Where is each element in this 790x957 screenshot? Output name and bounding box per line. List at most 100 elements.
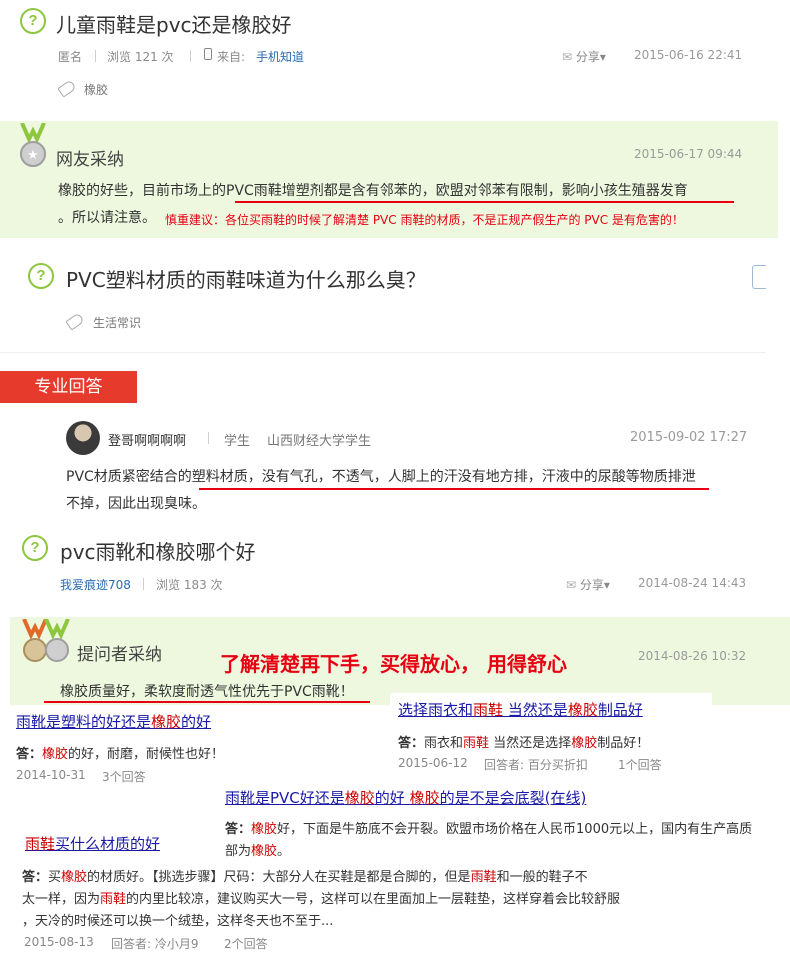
answer-label: 答：	[398, 736, 425, 751]
answer-text: 的好，耐磨，耐候性也好！	[68, 747, 225, 762]
red-underline	[199, 488, 709, 490]
avatar[interactable]	[66, 421, 100, 455]
highlight: 雨鞋	[463, 736, 490, 751]
asker-link[interactable]: 我爱痕迹708	[60, 576, 131, 593]
highlight: 橡胶	[42, 747, 69, 762]
related-answer: 答：买橡胶的材质好。【挑选步骤】尺码：大部分人在买鞋是都是合脚的，但是雨鞋和一般…	[22, 866, 588, 885]
related-question-link[interactable]: 雨鞋买什么材质的好	[25, 833, 160, 854]
answer-text: 的内里比较凉，建议购买大一号，这样可以在里面加上一层鞋垫，这样穿着会比较舒服	[126, 892, 621, 907]
link-text: 雨靴是塑料的好还是	[16, 713, 152, 731]
highlight: 橡胶	[344, 789, 375, 807]
answerer[interactable]: 回答者: 百分买折扣	[484, 756, 588, 773]
answer-text: 买	[48, 870, 62, 885]
medal-icon	[22, 618, 70, 665]
anonymous-label: 匿名	[58, 50, 83, 64]
adopted-date: 2014-08-26 10:32	[638, 649, 747, 663]
phone-icon	[204, 48, 212, 60]
highlight: 橡胶	[567, 701, 598, 719]
answerer-role: 学生	[224, 434, 251, 449]
underlined-text: PVC雨鞋增塑剂都是含有邻苯的，欧盟对邻苯有限制，影响小孩生殖器发育	[226, 183, 688, 199]
answer-count: 2个回答	[224, 937, 268, 951]
underlined-text: 塑料材质，没有气孔，不透气，人脚上的汗没有地方排，汗液中的尿酸等物质排泄	[191, 469, 696, 485]
highlight: 橡胶	[61, 870, 88, 885]
tag-label[interactable]: 生活常识	[93, 314, 141, 331]
answer-text: 好，下面是牛筋底不会开裂。欧盟市场价格在人民币1000元以上，国内有生产高质	[277, 822, 753, 837]
answer-text-line1: 橡胶的好些，目前市场上的PVC雨鞋增塑剂都是含有邻苯的，欧盟对邻苯有限制，影响小…	[58, 181, 688, 201]
divider	[208, 432, 209, 444]
answer-text: 橡胶质量好，柔软度耐透气性优先于PVC雨靴！	[60, 684, 354, 700]
link-text: 的好	[374, 789, 410, 807]
related-answer-line3: ，天冷的时候还可以换一个绒垫，这样冬天也不至于...	[22, 914, 334, 929]
related-question-link[interactable]: 雨靴是PVC好还是橡胶的好 橡胶的是不是会底裂(在线)	[225, 787, 586, 808]
related-answer-line2: 部为橡胶。	[225, 840, 290, 859]
question-title[interactable]: PVC塑料材质的雨鞋味道为什么那么臭？	[66, 264, 426, 293]
link-text: 买什么材质的好	[55, 835, 161, 853]
source-label: 来自:	[217, 50, 246, 64]
highlight: 雨鞋	[100, 892, 127, 907]
answer-date: 2015-09-02 17:27	[630, 430, 748, 445]
share-label: 分享	[579, 578, 604, 592]
answer-text-line2: 。所以请注意。	[58, 210, 156, 226]
answerer-name[interactable]: 登哥啊啊啊啊	[108, 430, 186, 449]
highlight: 橡胶	[571, 736, 598, 751]
share-label: 分享	[575, 50, 600, 64]
tag-label[interactable]: 橡胶	[84, 81, 108, 98]
side-panel-handle[interactable]	[752, 265, 766, 289]
medal-icon: ★	[18, 122, 48, 169]
answer-text: 制品好！	[597, 736, 650, 751]
question-icon: ?	[28, 263, 54, 289]
answer-text: 部为	[225, 844, 252, 859]
related-answer: 答：橡胶的好，耐磨，耐候性也好！	[16, 743, 224, 762]
red-annotation: 了解清楚再下手，买得放心， 用得舒心	[220, 652, 567, 676]
question-title[interactable]: 儿童雨鞋是pvc还是橡胶好	[56, 9, 292, 38]
answer-text-line2: 不掉，因此出现臭味。	[66, 496, 206, 512]
link-text: 制品好	[597, 701, 643, 719]
source-link[interactable]: 手机知道	[256, 48, 304, 65]
answer-text: PVC材质紧密结合的	[66, 469, 192, 485]
chevron-down-icon: ▾	[599, 50, 606, 64]
share-button[interactable]: ✉ 分享▾	[562, 48, 606, 65]
view-count: 浏览 183 次	[156, 578, 223, 592]
answer-text: 橡胶的好些，目前市场上的	[58, 183, 226, 199]
answer-count: 1个回答	[618, 758, 662, 772]
related-question-link[interactable]: 雨靴是塑料的好还是橡胶的好	[16, 711, 211, 732]
answer-label: 答：	[16, 747, 43, 762]
red-underline	[44, 701, 370, 703]
highlight: 橡胶	[251, 844, 278, 859]
question-icon: ?	[20, 8, 46, 34]
answerer[interactable]: 回答者: 冷小月9	[111, 935, 199, 952]
link-text: 雨靴是PVC好还是	[225, 789, 345, 807]
svg-text:★: ★	[27, 148, 39, 163]
answer-count: 3个回答	[102, 770, 146, 784]
link-text: 的好	[181, 713, 212, 731]
related-answer-line2: 太一样，因为雨鞋的内里比较凉，建议购买大一号，这样可以在里面加上一层鞋垫，这样穿…	[22, 888, 620, 907]
related-question-link[interactable]: 选择雨衣和雨鞋 当然还是橡胶制品好	[398, 699, 643, 720]
wechat-icon: ✉	[566, 578, 577, 592]
tag-icon	[57, 79, 77, 98]
related-date: 2015-06-12	[398, 756, 468, 770]
answer-label: 答：	[22, 870, 49, 885]
red-annotation: 慎重建议：各位买雨鞋的时候了解清楚 PVC 雨鞋的材质，不是正规产假生产的 PV…	[165, 213, 684, 227]
question-title[interactable]: pvc雨靴和橡胶哪个好	[60, 536, 256, 565]
pro-answer-tab[interactable]: 专业回答	[0, 371, 137, 403]
answerer-org: 山西财经大学学生	[267, 434, 372, 449]
share-button[interactable]: ✉ 分享▾	[566, 576, 610, 593]
highlight: 橡胶	[251, 822, 278, 837]
related-answer: 答：橡胶好，下面是牛筋底不会开裂。欧盟市场价格在人民币1000元以上，国内有生产…	[225, 818, 752, 837]
related-answer: 答：雨衣和雨鞋 当然还是选择橡胶制品好！	[398, 732, 649, 751]
adopted-title: 提问者采纳	[77, 645, 162, 665]
divider	[95, 50, 96, 62]
highlight: 橡胶	[409, 789, 440, 807]
related-date: 2015-08-13	[24, 935, 94, 949]
adopted-title: 网友采纳	[56, 150, 124, 170]
question-icon: ?	[22, 535, 48, 561]
highlight: 雨鞋	[25, 835, 56, 853]
question-date: 2014-08-24 14:43	[638, 576, 747, 590]
highlight: 雨鞋	[470, 870, 497, 885]
chevron-down-icon: ▾	[603, 578, 610, 592]
link-text: 选择雨衣和	[398, 701, 474, 719]
answer-text: 的材质好。【挑选步骤】尺码：大部分人在买鞋是都是合脚的，但是	[87, 870, 471, 885]
highlight: 雨鞋	[473, 701, 504, 719]
related-date: 2014-10-31	[16, 768, 86, 782]
answer-text: 。	[277, 844, 291, 859]
